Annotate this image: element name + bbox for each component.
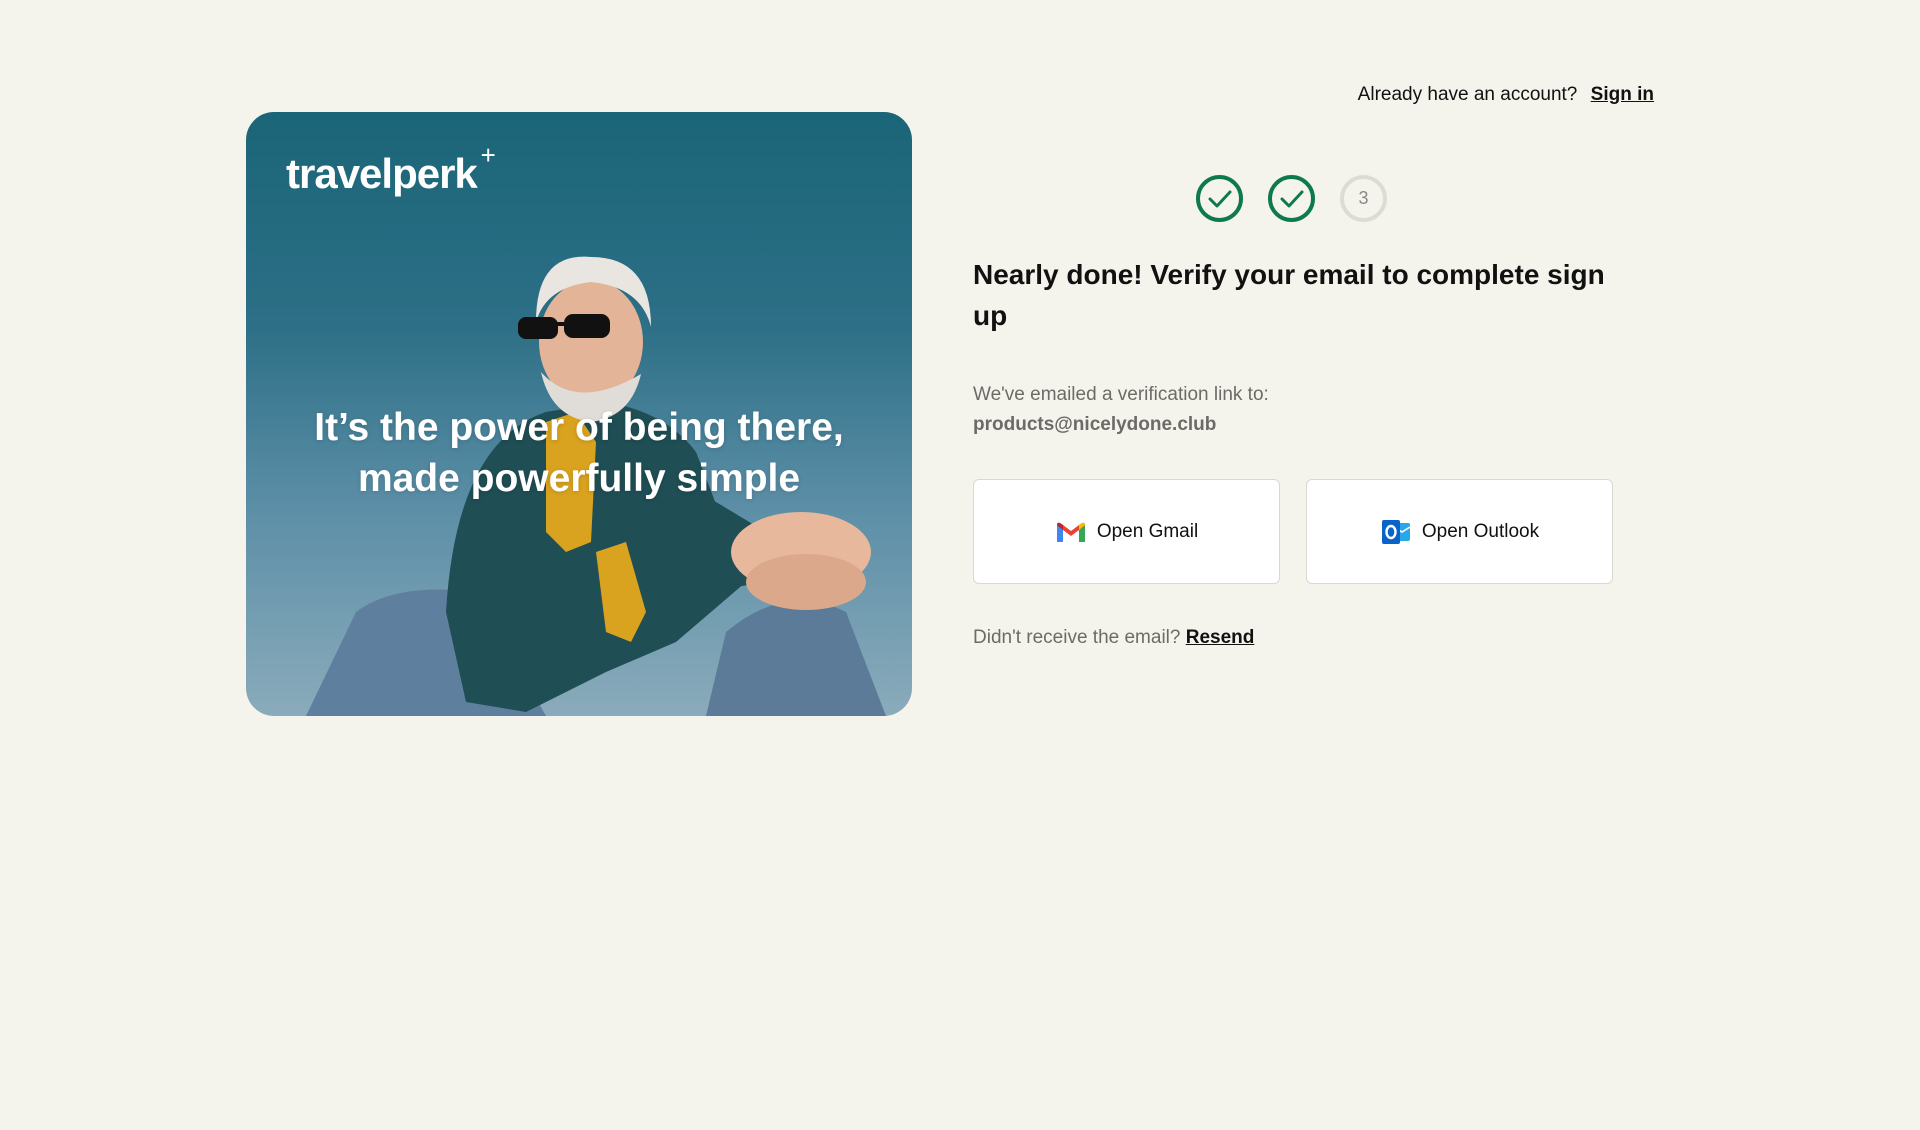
open-outlook-button[interactable]: Open Outlook bbox=[1306, 479, 1613, 584]
travelperk-logo: travelperk + bbox=[286, 140, 496, 198]
resend-link[interactable]: Resend bbox=[1186, 627, 1255, 648]
sign-in-link[interactable]: Sign in bbox=[1591, 84, 1654, 105]
tagline-line-2: made powerfully simple bbox=[357, 457, 801, 500]
verification-info: We've emailed a verification link to: pr… bbox=[973, 380, 1269, 440]
hero-tagline: It’s the power of being there, made powe… bbox=[246, 402, 912, 504]
outlook-icon bbox=[1381, 519, 1411, 544]
logo-text: travelperk bbox=[286, 150, 478, 197]
open-gmail-button[interactable]: Open Gmail bbox=[973, 479, 1280, 584]
step-indicator: 3 bbox=[1196, 175, 1387, 222]
account-prompt-text: Already have an account? bbox=[1357, 84, 1578, 105]
gmail-icon bbox=[1056, 522, 1085, 542]
logo-plus-icon: + bbox=[480, 140, 496, 170]
account-prompt: Already have an account? Sign in bbox=[1358, 84, 1654, 106]
check-icon bbox=[1280, 190, 1303, 207]
step-2-complete bbox=[1268, 175, 1315, 222]
step-3-label: 3 bbox=[1358, 188, 1369, 208]
step-1-complete bbox=[1196, 175, 1243, 222]
tagline-line-1: It’s the power of being there, bbox=[314, 406, 844, 449]
hero-card: travelperk + It’s the power of being the… bbox=[246, 112, 912, 716]
resend-prompt: Didn't receive the email? bbox=[973, 627, 1181, 648]
verification-sent-text: We've emailed a verification link to: bbox=[973, 384, 1269, 405]
signup-page: travelperk + It’s the power of being the… bbox=[0, 0, 1920, 1130]
check-icon bbox=[1208, 190, 1231, 207]
page-title: Nearly done! Verify your email to comple… bbox=[973, 259, 1605, 331]
verification-email: products@nicelydone.club bbox=[973, 414, 1217, 435]
step-3-pending: 3 bbox=[1340, 175, 1387, 222]
open-outlook-label: Open Outlook bbox=[1421, 520, 1540, 542]
resend-row: Didn't receive the email? Resend bbox=[973, 627, 1254, 649]
open-gmail-label: Open Gmail bbox=[1096, 520, 1199, 542]
